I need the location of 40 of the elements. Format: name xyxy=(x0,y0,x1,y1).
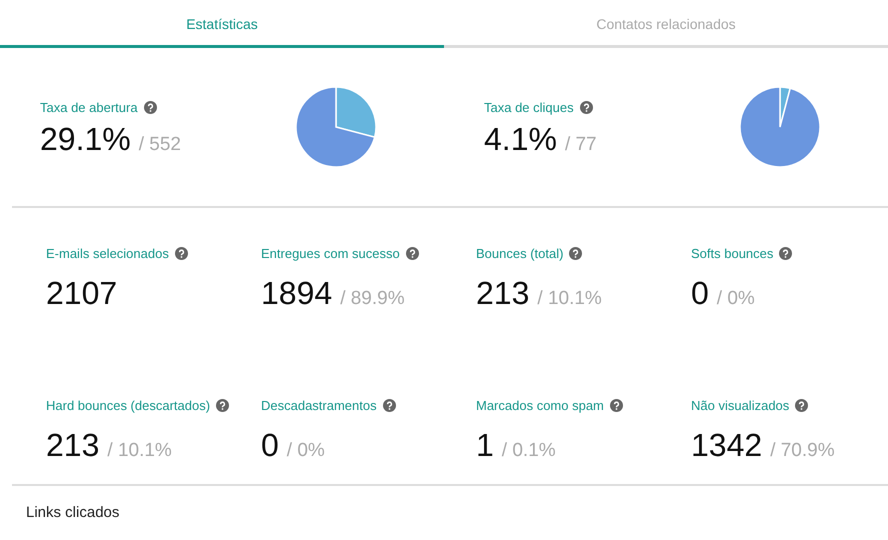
help-icon[interactable] xyxy=(382,399,396,412)
metric-label: Descadastramentos xyxy=(261,397,377,415)
metric-value: 4.1% xyxy=(484,120,557,157)
metric-detail: / 10.1% xyxy=(107,440,172,461)
metric-label: Não visualizados xyxy=(691,397,790,415)
metric-detail: / 77 xyxy=(564,134,597,155)
metric-value: 2107 xyxy=(46,275,118,311)
help-icon[interactable] xyxy=(406,247,419,260)
metric-value: 213 xyxy=(476,275,530,311)
metric-value: 0 xyxy=(691,275,709,311)
metric-detail: / 89.9% xyxy=(340,288,405,309)
metric-value: 213 xyxy=(46,427,100,463)
metric-detail: / 0% xyxy=(716,288,755,309)
help-icon[interactable] xyxy=(569,247,582,260)
help-icon[interactable] xyxy=(174,247,188,260)
help-icon[interactable] xyxy=(216,399,230,412)
metric-label: Bounces (total) xyxy=(476,245,564,263)
metric-label: Hard bounces (descartados) xyxy=(46,397,210,415)
metric-label: Taxa de cliques xyxy=(484,98,574,117)
help-icon[interactable] xyxy=(779,247,792,260)
metric-value: 1894 xyxy=(261,275,332,311)
help-icon[interactable] xyxy=(580,101,593,114)
metric-label: E-mails selecionados xyxy=(46,245,169,263)
metric-label: Entregues com sucesso xyxy=(261,245,400,263)
metric-detail: / 70.9% xyxy=(770,440,835,461)
metric-detail: / 0.1% xyxy=(502,440,556,461)
section-title: Links clicados xyxy=(25,503,120,523)
metric-detail: / 0% xyxy=(286,440,325,461)
metric-value: 1342 xyxy=(691,427,762,463)
metric-label: Softs bounces xyxy=(691,245,774,263)
help-icon[interactable] xyxy=(610,399,623,412)
metric-detail: / 552 xyxy=(138,134,181,155)
metric-label: Taxa de abertura xyxy=(40,98,138,117)
metric-detail: / 10.1% xyxy=(537,288,602,309)
metric-label: Marcados como spam xyxy=(476,397,604,415)
metric-value: 1 xyxy=(476,427,494,463)
help-icon[interactable] xyxy=(144,101,157,114)
metric-value: 29.1% xyxy=(40,120,131,157)
help-icon[interactable] xyxy=(795,399,808,412)
metric-value: 0 xyxy=(261,427,279,463)
